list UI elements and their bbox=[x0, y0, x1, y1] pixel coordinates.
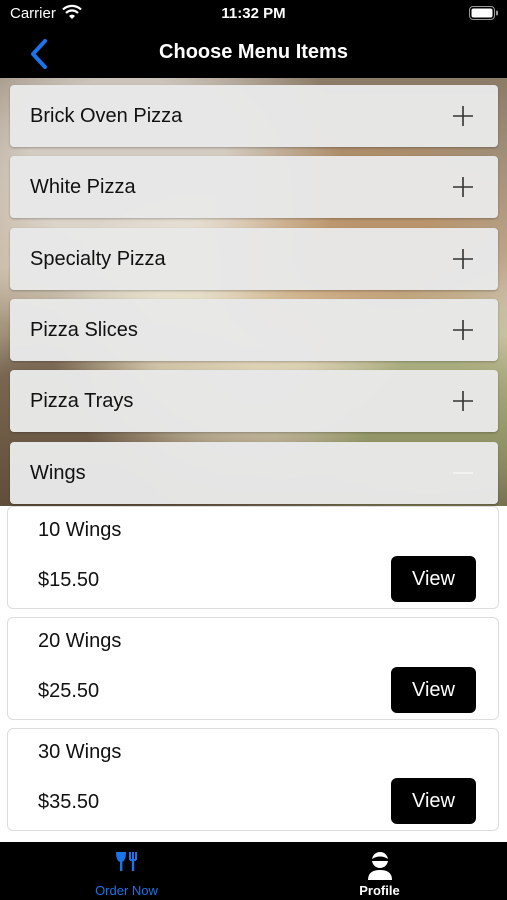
item-price: $15.50 bbox=[38, 569, 100, 591]
item-price: $25.50 bbox=[38, 680, 100, 702]
wings-items-list: 10 Wings $15.50 View 20 Wings $25.50 Vie… bbox=[0, 506, 507, 842]
user-icon bbox=[368, 852, 392, 880]
category-label: Wings bbox=[30, 462, 86, 484]
utensils-icon bbox=[116, 852, 137, 871]
tab-label: Profile bbox=[359, 883, 400, 898]
navigation-bar: Choose Menu Items bbox=[0, 30, 507, 78]
category-brick-oven-pizza[interactable]: Brick Oven Pizza bbox=[10, 85, 498, 147]
category-label: White Pizza bbox=[30, 176, 136, 198]
item-name: 10 Wings bbox=[38, 519, 122, 541]
menu-item-card[interactable]: 30 Wings $35.50 View bbox=[7, 728, 499, 831]
category-label: Specialty Pizza bbox=[30, 248, 166, 270]
plus-icon bbox=[453, 106, 473, 126]
plus-icon bbox=[453, 249, 473, 269]
tab-profile[interactable]: Profile bbox=[253, 842, 506, 900]
item-name: 30 Wings bbox=[38, 741, 122, 763]
category-specialty-pizza[interactable]: Specialty Pizza bbox=[10, 228, 498, 290]
minus-icon bbox=[453, 472, 473, 474]
plus-icon bbox=[453, 320, 473, 340]
category-pizza-slices[interactable]: Pizza Slices bbox=[10, 299, 498, 361]
page-title: Choose Menu Items bbox=[159, 41, 348, 63]
clock-time: 11:32 PM bbox=[221, 5, 286, 22]
menu-item-card[interactable]: 10 Wings $15.50 View bbox=[7, 506, 499, 609]
item-name: 20 Wings bbox=[38, 630, 122, 652]
view-button[interactable]: View bbox=[391, 667, 476, 713]
tab-bar: Order Now Profile bbox=[0, 842, 507, 900]
status-bar: Carrier 11:32 PM bbox=[0, 0, 507, 30]
category-pizza-trays[interactable]: Pizza Trays bbox=[10, 370, 498, 432]
category-label: Pizza Slices bbox=[30, 319, 138, 341]
menu-item-card[interactable]: 20 Wings $25.50 View bbox=[7, 617, 499, 720]
plus-icon bbox=[453, 177, 473, 197]
category-label: Brick Oven Pizza bbox=[30, 105, 183, 127]
category-white-pizza[interactable]: White Pizza bbox=[10, 156, 498, 218]
tab-order-now[interactable]: Order Now bbox=[0, 842, 253, 900]
category-wings[interactable]: Wings bbox=[10, 442, 498, 504]
item-price: $35.50 bbox=[38, 791, 100, 813]
tab-label: Order Now bbox=[95, 883, 158, 898]
category-label: Pizza Trays bbox=[30, 390, 134, 412]
battery-icon bbox=[469, 6, 498, 20]
view-button[interactable]: View bbox=[391, 778, 476, 824]
plus-icon bbox=[453, 391, 473, 411]
view-button[interactable]: View bbox=[391, 556, 476, 602]
